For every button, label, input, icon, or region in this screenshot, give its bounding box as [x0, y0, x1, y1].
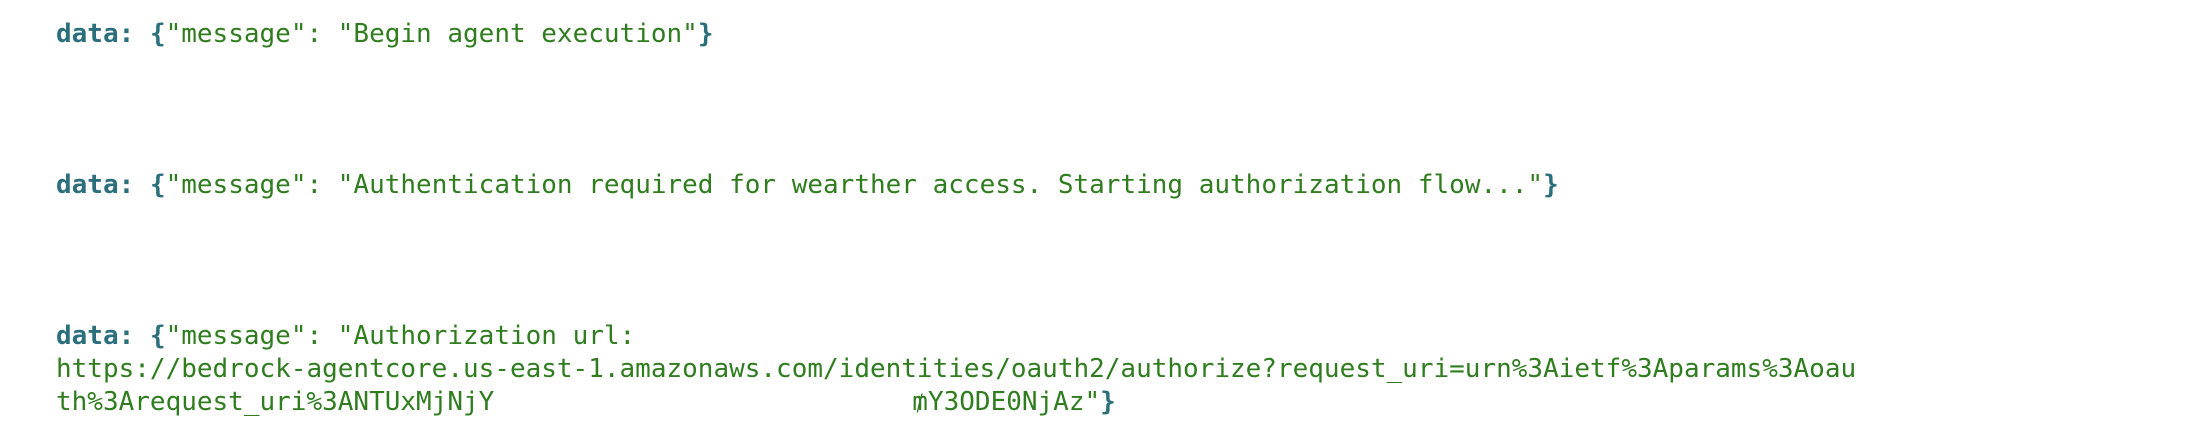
open-brace: { [149, 19, 166, 49]
log-line: data: {"message": "Begin agent execution… [56, 18, 713, 51]
open-brace: { [149, 170, 166, 200]
close-brace: } [1543, 170, 1559, 200]
data-prefix: data: [56, 170, 135, 200]
open-brace: { [149, 321, 166, 351]
authorization-url-line: th%3Arequest_uri%3ANTUxMjNjY ₥Y3ODE0NjAz"… [56, 386, 1116, 419]
data-prefix: data: [56, 321, 135, 351]
authorization-url: https://bedrock-agentcore.us-east-1.amaz… [56, 354, 1857, 384]
data-prefix: data: [56, 19, 135, 49]
log-line: data: {"message": "Authorization url: [56, 320, 635, 353]
authorization-url-line: https://bedrock-agentcore.us-east-1.amaz… [56, 353, 1856, 386]
log-message: "message": "Authentication required for … [165, 170, 1544, 200]
stream-output: data: {"message": "Begin agent execution… [56, 18, 2146, 417]
authorization-url-part: ₥Y3ODE0NjAz" [912, 387, 1101, 417]
authorization-url-part: th%3Arequest_uri%3ANTUxMjNjY [56, 387, 495, 417]
close-brace: } [1100, 387, 1116, 417]
log-line: data: {"message": "Authentication requir… [56, 169, 1559, 202]
close-brace: } [697, 19, 714, 49]
log-message: "message": "Authorization url: [165, 321, 636, 351]
log-message: "message": "Begin agent execution" [165, 19, 698, 49]
